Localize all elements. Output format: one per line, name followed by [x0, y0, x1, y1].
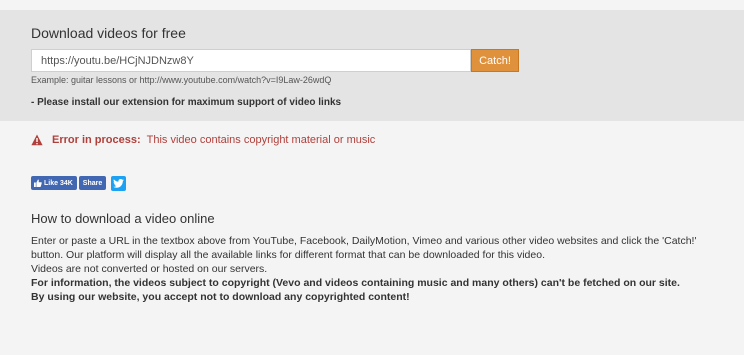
like-count-label: Like 34K — [44, 179, 73, 187]
how-to-paragraph-1: Enter or paste a URL in the textbox abov… — [31, 235, 697, 261]
url-input[interactable] — [31, 49, 471, 72]
example-text: Example: guitar lessons or http://www.yo… — [31, 75, 332, 85]
how-to-body: Enter or paste a URL in the textbox abov… — [31, 234, 721, 304]
catch-button[interactable]: Catch! — [471, 49, 519, 72]
download-panel: Download videos for free Catch! Example:… — [0, 10, 744, 121]
twitter-bird-icon[interactable] — [111, 175, 127, 191]
panel-title: Download videos for free — [31, 25, 186, 41]
error-message-row: Error in process: This video contains co… — [31, 133, 375, 147]
warning-triangle-icon — [31, 134, 43, 146]
how-to-title: How to download a video online — [31, 211, 215, 226]
social-buttons: Like 34K Share — [31, 175, 127, 191]
copyright-notice: For information, the videos subject to c… — [31, 277, 680, 289]
thumbs-up-icon — [34, 179, 42, 187]
how-to-paragraph-2: Videos are not converted or hosted on ou… — [31, 263, 268, 275]
facebook-share-button[interactable]: Share — [78, 176, 107, 190]
facebook-like-button[interactable]: Like 34K — [31, 176, 77, 190]
copyright-agreement: By using our website, you accept not to … — [31, 291, 410, 303]
error-text: This video contains copyright material o… — [146, 134, 376, 146]
extension-note: - Please install our extension for maxim… — [31, 97, 342, 108]
error-label: Error in process: — [52, 134, 141, 146]
